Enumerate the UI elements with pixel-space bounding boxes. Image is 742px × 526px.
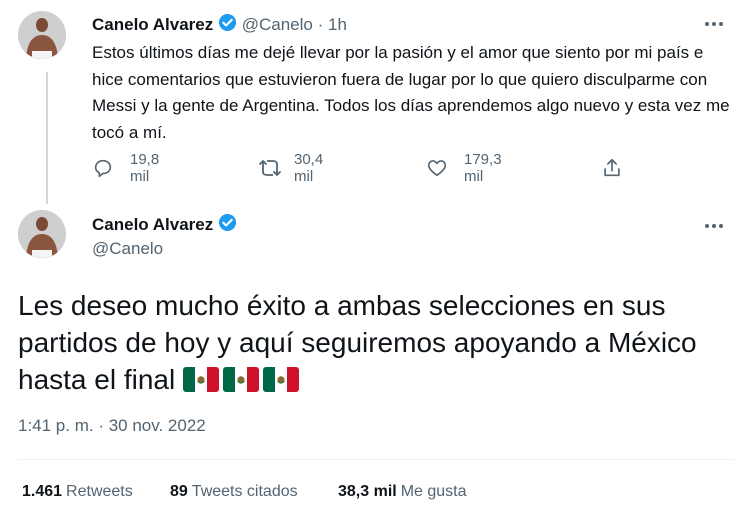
retweets-label: Retweets	[66, 483, 133, 500]
tweet-text: Les deseo mucho éxito a ambas seleccione…	[18, 287, 733, 401]
tweet-text: Estos últimos días me dejé llevar por la…	[92, 43, 730, 142]
retweet-button[interactable]: 30,4 mil	[258, 151, 324, 185]
share-button[interactable]	[601, 153, 623, 183]
avatar[interactable]	[18, 210, 66, 258]
like-count: 179,3 mil	[464, 151, 502, 185]
divider	[18, 459, 734, 460]
separator: ·	[317, 15, 324, 34]
more-options-icon[interactable]	[699, 14, 729, 34]
quotes-stat[interactable]: 89 Tweets citados	[170, 483, 298, 501]
reply-button[interactable]: 19,8 mil	[92, 151, 160, 185]
thread-line	[46, 72, 48, 204]
quotes-label: Tweets citados	[191, 483, 298, 500]
display-name[interactable]: Canelo Alvarez	[92, 15, 213, 34]
verified-badge-icon	[218, 13, 237, 37]
mexico-flag-icon	[223, 364, 259, 401]
likes-stat[interactable]: 38,3 mil Me gusta	[338, 483, 467, 501]
time-ago[interactable]: 1h	[328, 15, 347, 34]
like-button[interactable]: 179,3 mil	[426, 151, 502, 185]
tweet-timestamp[interactable]: 1:41 p. m. · 30 nov. 2022	[18, 416, 206, 436]
retweets-count: 1.461	[22, 483, 63, 500]
likes-label: Me gusta	[400, 483, 467, 500]
retweets-stat[interactable]: 1.461 Retweets	[22, 483, 133, 501]
tweet-author: Canelo Alvarez	[92, 213, 237, 237]
handle[interactable]: @Canelo	[92, 239, 163, 259]
retweet-count: 30,4 mil	[294, 151, 324, 185]
reply-count: 19,8 mil	[130, 151, 160, 185]
heart-icon	[427, 160, 447, 177]
mexico-flag-icon	[183, 364, 219, 401]
verified-badge-icon	[218, 213, 237, 237]
display-name[interactable]: Canelo Alvarez	[92, 215, 213, 234]
mexico-flag-icon	[263, 364, 299, 401]
retweet-icon	[259, 160, 281, 176]
tweet-header: Canelo Alvarez @Canelo · 1h	[92, 13, 347, 37]
flag-emojis	[183, 364, 303, 395]
reply-icon	[94, 159, 112, 178]
likes-count: 38,3 mil	[338, 483, 397, 500]
share-icon	[604, 158, 620, 177]
quotes-count: 89	[170, 483, 188, 500]
avatar[interactable]	[18, 11, 66, 59]
handle[interactable]: @Canelo	[242, 15, 313, 34]
more-options-icon[interactable]	[699, 216, 729, 236]
tweet-text-body: Les deseo mucho éxito a ambas seleccione…	[18, 290, 697, 395]
